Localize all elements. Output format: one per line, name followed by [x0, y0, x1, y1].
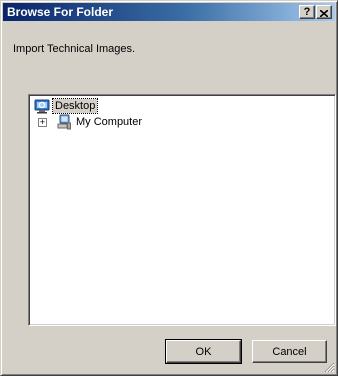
- browse-for-folder-dialog: Browse For Folder ? Import Technical Ima…: [0, 0, 338, 376]
- expand-toggle[interactable]: +: [38, 118, 47, 127]
- ok-button[interactable]: OK: [165, 339, 242, 364]
- cancel-button[interactable]: Cancel: [252, 340, 327, 363]
- resize-grip-icon[interactable]: [323, 361, 335, 373]
- close-button[interactable]: [316, 5, 332, 19]
- my-computer-icon: [57, 114, 71, 130]
- close-icon: [320, 9, 328, 17]
- title-bar[interactable]: Browse For Folder ?: [3, 3, 335, 21]
- tree-item-label: My Computer: [76, 116, 143, 128]
- instruction-text: Import Technical Images.: [13, 43, 136, 55]
- folder-tree[interactable]: Desktop + My Computer: [28, 94, 336, 326]
- help-button[interactable]: ?: [299, 5, 315, 19]
- desktop-icon: [34, 99, 50, 114]
- tree-item-label: Desktop: [51, 98, 99, 114]
- window-title: Browse For Folder: [7, 5, 114, 19]
